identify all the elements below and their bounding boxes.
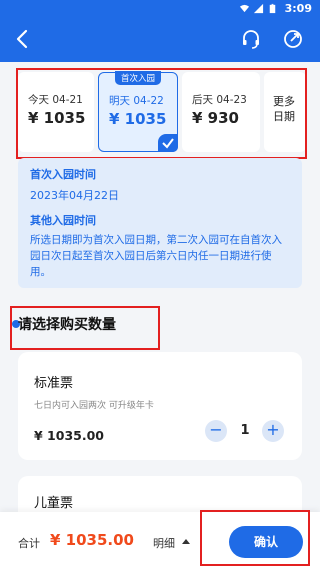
share-icon[interactable]: [282, 28, 304, 50]
date-annotation-box: [16, 68, 307, 159]
status-icons: [239, 3, 278, 14]
section-annotation-box: [10, 306, 160, 350]
other-entry-desc: 所选日期即为首次入园日期，第二次入园可在自首次入园日次日起至首次入园日后第六日内…: [30, 234, 282, 278]
ticket-price: ¥ 1035.00: [34, 428, 104, 443]
confirm-annotation-box: [200, 510, 310, 566]
detail-button[interactable]: 明细: [153, 535, 175, 551]
total-label: 合计: [18, 537, 40, 550]
ticket-name: 儿童票: [34, 496, 74, 511]
battery-icon: [269, 3, 276, 14]
total-value: ¥ 1035.00: [50, 531, 134, 549]
entry-info-panel: 首次入园时间 2023年04月22日 其他入园时间 所选日期即为首次入园日期，第…: [18, 158, 302, 288]
back-arrow-icon[interactable]: [12, 28, 34, 50]
ticket-desc: 七日内可入园两次 可升级年卡: [34, 401, 154, 411]
status-bar: 3:09: [0, 0, 320, 18]
ticket-name: 标准票: [34, 376, 74, 391]
decrement-button[interactable]: −: [205, 420, 227, 442]
quantity-value: 1: [240, 423, 250, 438]
increment-button[interactable]: +: [262, 420, 284, 442]
signal-icon: [253, 3, 264, 14]
first-entry-date: 2023年04月22日: [30, 189, 119, 202]
first-entry-title: 首次入园时间: [30, 168, 96, 181]
ticket-card-standard: 标准票 七日内可入园两次 可升级年卡 ¥ 1035.00 − 1 +: [18, 352, 302, 460]
other-entry-title: 其他入园时间: [30, 214, 96, 227]
caret-up-icon: [182, 539, 190, 544]
app-header: 3:09: [0, 0, 320, 62]
wifi-icon: [239, 4, 250, 13]
status-time: 3:09: [284, 2, 312, 15]
customer-service-icon[interactable]: [240, 28, 262, 50]
